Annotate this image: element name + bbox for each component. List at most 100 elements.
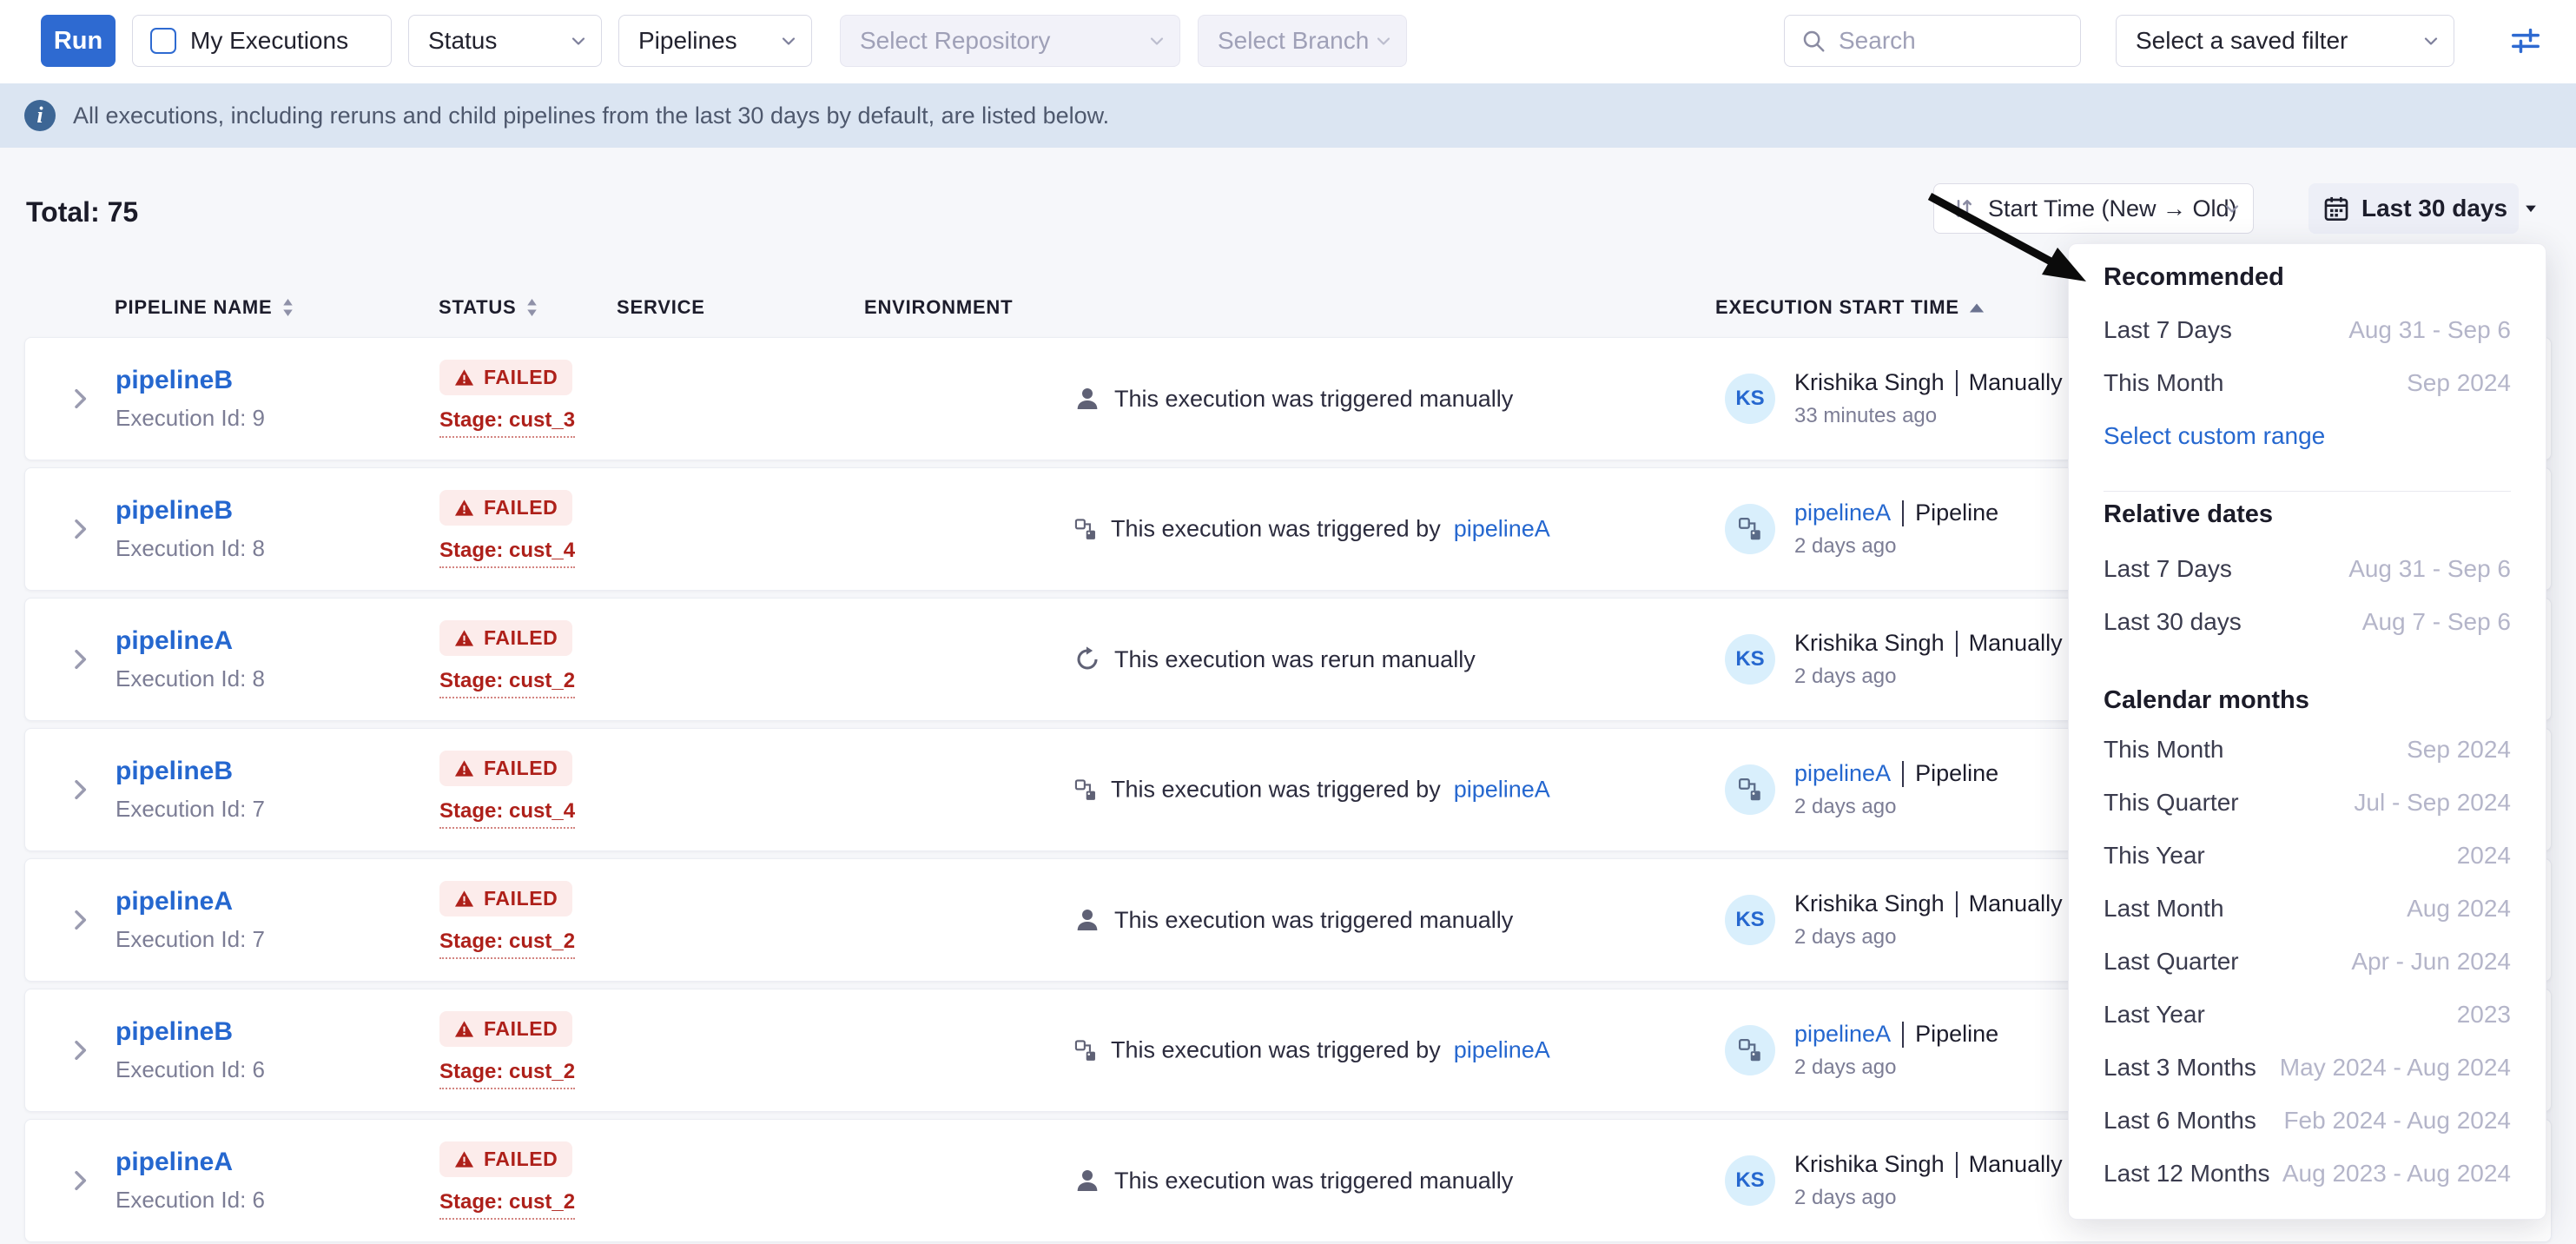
execution-id: Execution Id: 8 <box>116 665 265 692</box>
menu-section-recommended: Recommended <box>2104 260 2511 294</box>
status-badge: FAILED <box>439 1011 572 1047</box>
search-box <box>1784 15 2081 67</box>
menu-item-this-quarter[interactable]: This QuarterJul - Sep 2024 <box>2104 776 2511 829</box>
person-icon <box>1073 385 1101 413</box>
failed-stage-link[interactable]: Stage: cust_2 <box>439 1060 575 1089</box>
chevron-down-icon <box>778 30 799 51</box>
header-environment: ENVIRONMENT <box>864 288 1013 327</box>
sort-both-icon <box>525 296 538 319</box>
avatar <box>1725 764 1775 815</box>
search-input[interactable] <box>1839 27 2064 55</box>
execution-time: 2 days ago <box>1794 665 2063 689</box>
expand-chevron-icon[interactable] <box>66 385 94 413</box>
saved-filter-dropdown[interactable]: Select a saved filter <box>2116 15 2454 67</box>
run-button[interactable]: Run <box>41 15 116 67</box>
failed-stage-link[interactable]: Stage: cust_4 <box>439 539 575 568</box>
chevron-down-icon <box>568 30 589 51</box>
failed-stage-link[interactable]: Stage: cust_4 <box>439 799 575 829</box>
avatar: KS <box>1725 1155 1775 1206</box>
pipeline-trigger-icon <box>1737 1037 1763 1063</box>
header-execution-start-time[interactable]: EXECUTION START TIME <box>1715 288 1985 327</box>
avatar <box>1725 504 1775 554</box>
warning-icon <box>454 367 474 387</box>
pipeline-name-link[interactable]: pipelineB <box>116 1017 265 1047</box>
trigger-pipeline-link[interactable]: pipelineA <box>1454 777 1550 804</box>
pipeline-name-link[interactable]: pipelineB <box>116 757 265 786</box>
pipeline-name-link[interactable]: pipelineA <box>116 887 265 916</box>
chevron-down-icon <box>1373 30 1394 51</box>
menu-item-last-7-days[interactable]: Last 7 DaysAug 31 - Sep 6 <box>2104 303 2511 356</box>
menu-item-this-month-cal[interactable]: This MonthSep 2024 <box>2104 723 2511 776</box>
sort-both-icon <box>281 296 294 319</box>
warning-icon <box>454 758 474 778</box>
menu-item-last-month[interactable]: Last MonthAug 2024 <box>2104 882 2511 935</box>
executor-pipeline-link[interactable]: pipelineA <box>1794 760 1891 787</box>
status-badge: FAILED <box>439 620 572 656</box>
header-status[interactable]: STATUS <box>439 288 538 327</box>
sort-dropdown[interactable]: Start Time (New → Old) <box>1933 183 2254 234</box>
pipelines-filter-dropdown[interactable]: Pipelines <box>618 15 812 67</box>
warning-icon <box>454 1149 474 1169</box>
execution-id: Execution Id: 6 <box>116 1056 265 1083</box>
expand-chevron-icon[interactable] <box>66 1036 94 1064</box>
warning-icon <box>454 889 474 909</box>
select-branch-dropdown[interactable]: Select Branch <box>1198 15 1407 67</box>
expand-chevron-icon[interactable] <box>66 776 94 804</box>
trigger-text: This execution was triggered by <box>1111 1037 1441 1064</box>
executor-line: Krishika SinghManually <box>1794 630 2063 657</box>
menu-item-last-30-days[interactable]: Last 30 daysAug 7 - Sep 6 <box>2104 595 2511 648</box>
menu-item-select-custom-range[interactable]: Select custom range <box>2104 409 2511 462</box>
expand-chevron-icon[interactable] <box>66 515 94 543</box>
separator <box>1902 761 1904 787</box>
execution-time: 2 days ago <box>1794 1186 2063 1210</box>
menu-item-last-6-months[interactable]: Last 6 MonthsFeb 2024 - Aug 2024 <box>2104 1094 2511 1147</box>
pipeline-name-link[interactable]: pipelineB <box>116 366 265 395</box>
date-range-button[interactable]: Last 30 days <box>2308 183 2519 234</box>
execution-time: 2 days ago <box>1794 534 1998 559</box>
executor-pipeline-link[interactable]: pipelineA <box>1794 1021 1891 1048</box>
trigger-text: This execution was triggered manually <box>1114 386 1513 413</box>
select-repository-dropdown[interactable]: Select Repository <box>840 15 1180 67</box>
filter-settings-button[interactable] <box>2501 15 2550 67</box>
menu-divider <box>2104 491 2511 492</box>
failed-stage-link[interactable]: Stage: cust_2 <box>439 930 575 959</box>
failed-stage-link[interactable]: Stage: cust_2 <box>439 1190 575 1220</box>
caret-down-icon <box>2522 200 2540 217</box>
avatar: KS <box>1725 634 1775 685</box>
expand-chevron-icon[interactable] <box>66 645 94 673</box>
warning-icon <box>454 498 474 518</box>
header-pipeline-name[interactable]: PIPELINE NAME <box>115 288 294 327</box>
menu-item-last-year[interactable]: Last Year2023 <box>2104 988 2511 1041</box>
failed-stage-link[interactable]: Stage: cust_3 <box>439 408 575 438</box>
avatar: KS <box>1725 374 1775 424</box>
execution-time: 2 days ago <box>1794 795 1998 819</box>
pipeline-name-link[interactable]: pipelineA <box>116 626 265 656</box>
menu-item-last-3-months[interactable]: Last 3 MonthsMay 2024 - Aug 2024 <box>2104 1041 2511 1094</box>
execution-id: Execution Id: 6 <box>116 1187 265 1214</box>
pipeline-name-link[interactable]: pipelineA <box>116 1148 265 1177</box>
status-badge: FAILED <box>439 360 572 395</box>
expand-chevron-icon[interactable] <box>66 1167 94 1194</box>
pipeline-name-link[interactable]: pipelineB <box>116 496 265 526</box>
menu-item-this-year[interactable]: This Year2024 <box>2104 829 2511 882</box>
trigger-pipeline-link[interactable]: pipelineA <box>1454 516 1550 543</box>
my-executions-filter[interactable]: My Executions <box>132 15 392 67</box>
warning-icon <box>454 628 474 648</box>
avatar: KS <box>1725 895 1775 945</box>
menu-item-last-12-months[interactable]: Last 12 MonthsAug 2023 - Aug 2024 <box>2104 1147 2511 1200</box>
executor-line: Krishika SinghManually <box>1794 1151 2063 1178</box>
failed-stage-link[interactable]: Stage: cust_2 <box>439 669 575 698</box>
executor-line: Krishika SinghManually <box>1794 369 2063 396</box>
person-icon <box>1073 1167 1101 1194</box>
sort-icon <box>1950 195 1976 222</box>
trigger-pipeline-link[interactable]: pipelineA <box>1454 1037 1550 1064</box>
menu-item-this-month[interactable]: This MonthSep 2024 <box>2104 356 2511 409</box>
my-executions-checkbox[interactable] <box>150 28 176 54</box>
status-filter-dropdown[interactable]: Status <box>408 15 602 67</box>
menu-item-last-7-days-relative[interactable]: Last 7 DaysAug 31 - Sep 6 <box>2104 542 2511 595</box>
executor-line: pipelineAPipeline <box>1794 1021 1998 1048</box>
executor-pipeline-link[interactable]: pipelineA <box>1794 500 1891 526</box>
expand-chevron-icon[interactable] <box>66 906 94 934</box>
menu-item-last-quarter[interactable]: Last QuarterApr - Jun 2024 <box>2104 935 2511 988</box>
execution-id: Execution Id: 7 <box>116 796 265 823</box>
